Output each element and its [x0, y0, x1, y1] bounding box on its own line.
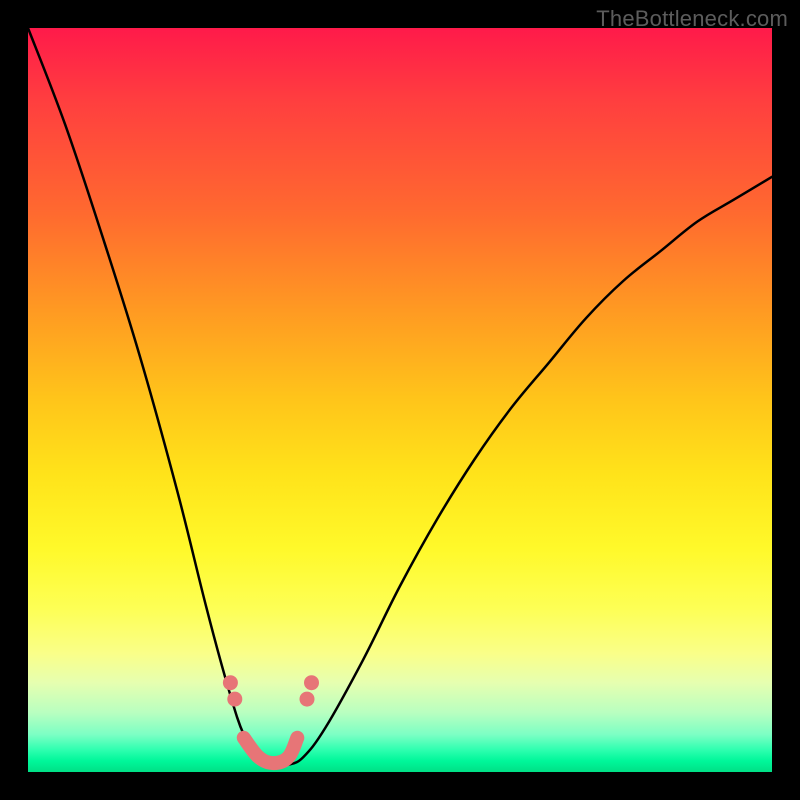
curve-marker-segment — [244, 738, 298, 763]
bottleneck-curve-svg — [28, 28, 772, 772]
bottleneck-curve-line — [28, 28, 772, 766]
curve-marker-dot — [223, 675, 238, 690]
curve-marker-dot — [227, 692, 242, 707]
curve-marker-dot — [300, 692, 315, 707]
watermark-text: TheBottleneck.com — [596, 6, 788, 32]
curve-marker-dot — [304, 675, 319, 690]
chart-plot-area — [28, 28, 772, 772]
curve-marker-dots — [223, 675, 319, 706]
